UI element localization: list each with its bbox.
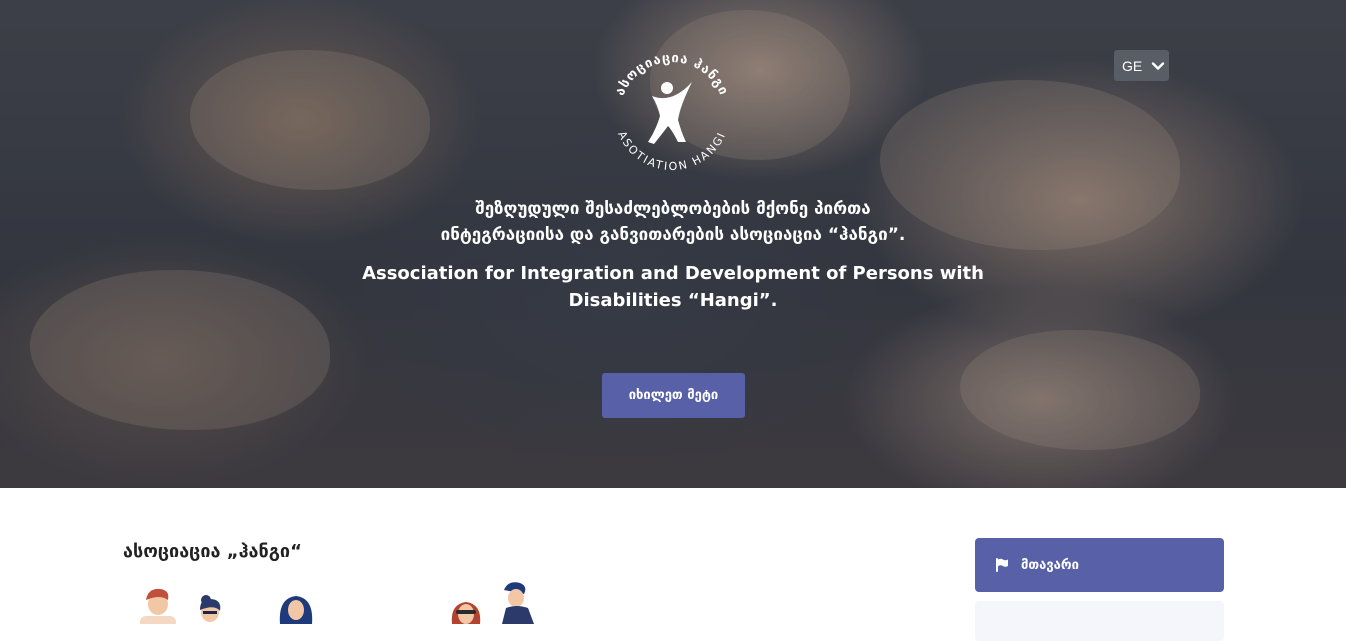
logo-text-bottom: ASOTIATION HANGI [615,129,726,173]
hero-title-english: Association for Integration and Developm… [323,260,1023,314]
hero-title-english-line2: Disabilities “Hangi”. [568,290,778,311]
see-more-button[interactable]: იხილეთ მეტი [602,373,745,418]
hero-banner: ასოციაცია ჰანგი ASOTIATION HANGI GE შეზღ… [0,0,1346,488]
sidebar-item[interactable] [975,601,1224,641]
chevron-down-icon [1152,61,1165,70]
sidebar-item-home[interactable]: მთავარი [975,538,1224,592]
person-illustration [279,596,313,624]
hero-title-english-line1: Association for Integration and Developm… [362,263,984,284]
sidebar-item-label: მთავარი [1021,557,1079,573]
section-title: ასოციაცია „ჰანგი“ [123,541,302,562]
people-illustration [140,582,534,624]
flag-icon [996,558,1008,572]
hero-title-georgian-line2: ინტეგრაციისა და განვითარების ასოციაცია “… [440,225,906,245]
language-selector[interactable]: GE [1114,50,1169,81]
svg-text:ASOTIATION HANGI: ASOTIATION HANGI [615,129,728,173]
person-illustration [502,582,534,624]
person-illustration [200,595,221,622]
person-figure-icon [648,82,692,144]
person-illustration [451,602,481,624]
association-logo: ასოციაცია ჰანგი ASOTIATION HANGI [613,51,730,173]
language-value: GE [1122,57,1143,74]
hero-title-georgian: შეზღუდული შესაძლებლობების მქონე პირთა ინ… [273,196,1073,248]
person-illustration [140,588,176,624]
hero-title-georgian-line1: შეზღუდული შესაძლებლობების მქონე პირთა [475,199,871,219]
